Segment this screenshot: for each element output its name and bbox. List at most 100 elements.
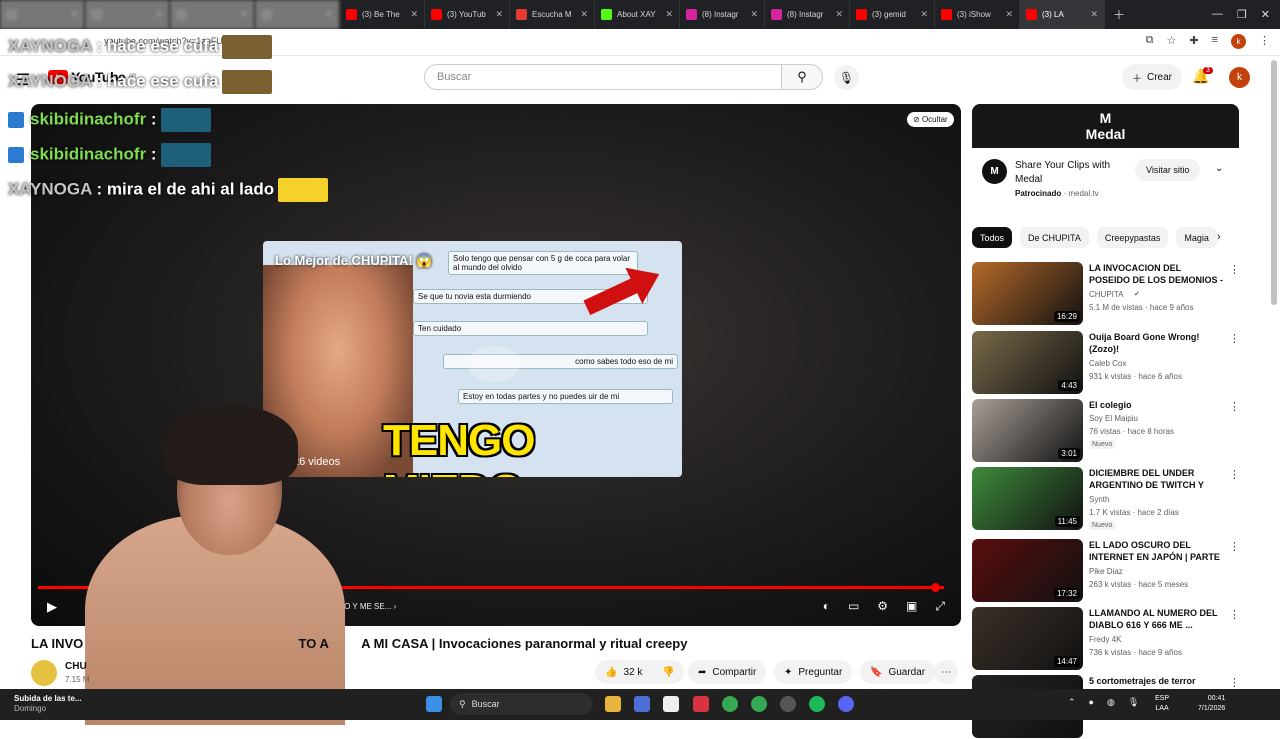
- chapter-title[interactable]: DAR MUCHO Y ME SE... ›: [301, 602, 396, 611]
- play-icon[interactable]: ▶: [47, 599, 57, 615]
- video-thumbnail[interactable]: 16:29: [972, 262, 1083, 325]
- browser-menu-icon[interactable]: ⋮: [1259, 34, 1270, 49]
- browser-tab[interactable]: ✕: [255, 0, 340, 29]
- search-input[interactable]: Buscar: [424, 64, 782, 90]
- progress-scrubber[interactable]: [930, 583, 940, 592]
- close-tab-icon[interactable]: ✕: [750, 9, 758, 20]
- filter-chip[interactable]: De CHUPITA: [1020, 227, 1089, 248]
- video-title[interactable]: EL LADO OSCURO DEL INTERNET EN JAPÓN | P…: [1089, 539, 1224, 563]
- chevron-down-icon[interactable]: ⌄: [1215, 163, 1223, 174]
- more-vertical-icon[interactable]: ⋮: [1229, 608, 1240, 621]
- browser-tab[interactable]: ✕: [85, 0, 170, 29]
- more-vertical-icon[interactable]: ⋮: [1229, 263, 1240, 276]
- close-tab-icon[interactable]: ✕: [410, 9, 418, 20]
- search-button[interactable]: ⚲: [781, 64, 823, 90]
- channel-name[interactable]: Synth: [1089, 495, 1109, 504]
- hide-endcard-button[interactable]: ⊘ Ocultar: [907, 112, 954, 127]
- sponsored-ad[interactable]: M Medal M Share Your Clips with Medal Pat…: [972, 104, 1239, 209]
- tray-app-icon[interactable]: ◍: [1107, 697, 1115, 708]
- video-title[interactable]: Ouija Board Gone Wrong! (Zozo)!: [1089, 331, 1224, 355]
- close-window-icon[interactable]: ✕: [1261, 8, 1270, 21]
- channel-avatar[interactable]: [31, 660, 57, 686]
- close-tab-icon[interactable]: ✕: [580, 9, 588, 20]
- more-vertical-icon[interactable]: ⋮: [1229, 676, 1240, 689]
- close-tab-icon[interactable]: ✕: [920, 9, 928, 20]
- video-thumbnail[interactable]: 3:01: [972, 399, 1083, 462]
- create-button[interactable]: ＋ Crear: [1122, 64, 1183, 90]
- recommended-video[interactable]: 16:29 LA INVOCACION DEL POSEIDO DE LOS DE…: [972, 262, 1240, 326]
- minimize-icon[interactable]: —: [1212, 8, 1223, 21]
- file-explorer-icon[interactable]: [605, 696, 621, 712]
- more-vertical-icon[interactable]: ⋮: [1229, 332, 1240, 345]
- chrome-icon[interactable]: [722, 696, 738, 712]
- browser-tab[interactable]: (8) Instagr ✕: [680, 0, 765, 29]
- browser-tab[interactable]: (3) iShow ✕: [935, 0, 1020, 29]
- more-vertical-icon[interactable]: ⋮: [1229, 540, 1240, 553]
- browser-tab[interactable]: (3) gemid ✕: [850, 0, 935, 29]
- channel-name[interactable]: Soy El Maipiu: [1089, 414, 1138, 423]
- close-tab-icon[interactable]: ✕: [155, 9, 163, 20]
- new-tab-icon[interactable]: ＋: [1105, 6, 1125, 23]
- dislike-button[interactable]: 👎: [652, 660, 685, 684]
- fullscreen-icon[interactable]: ⤢: [935, 599, 945, 614]
- more-vertical-icon[interactable]: ⋮: [1229, 400, 1240, 413]
- browser-profile-avatar[interactable]: k: [1231, 34, 1246, 49]
- video-title[interactable]: LA INVOCACION DEL POSEIDO DE LOS DEMONIO…: [1089, 262, 1224, 286]
- ad-title[interactable]: Share Your Clips with Medal: [1015, 159, 1125, 187]
- restore-icon[interactable]: ❐: [1237, 8, 1247, 21]
- chrome-icon[interactable]: [751, 696, 767, 712]
- autoplay-toggle-icon[interactable]: ◐: [823, 599, 830, 614]
- progress-bar[interactable]: [38, 583, 944, 592]
- channel-name[interactable]: Pike Diaz: [1089, 567, 1123, 576]
- video-title[interactable]: LLAMANDO AL NUMERO DEL DIABLO 616 Y 666 …: [1089, 607, 1224, 631]
- video-thumbnail[interactable]: 14:47: [972, 607, 1083, 670]
- tray-app-icon[interactable]: ●: [1089, 697, 1094, 708]
- channel-name[interactable]: Fredy 4K: [1089, 635, 1121, 644]
- video-title[interactable]: 5 cortometrajes de terror: [1089, 675, 1224, 687]
- language-indicator[interactable]: ESP LAA: [1155, 694, 1169, 714]
- share-button[interactable]: ➦ Compartir: [688, 660, 767, 684]
- close-tab-icon[interactable]: ✕: [325, 9, 333, 20]
- more-actions-button[interactable]: ⋯: [934, 660, 958, 684]
- filter-chip[interactable]: Magia: [1176, 227, 1217, 248]
- chevron-up-icon[interactable]: ⌃: [1068, 697, 1076, 708]
- like-button[interactable]: 👍 32 k: [595, 660, 655, 684]
- account-avatar[interactable]: k: [1229, 67, 1250, 88]
- media-icon[interactable]: ≡: [1212, 34, 1218, 49]
- save-button[interactable]: 🔖 Guardar: [860, 660, 936, 684]
- browser-tab[interactable]: ✕: [170, 0, 255, 29]
- system-tray[interactable]: ⌃ ● ◍ 🎙: [1068, 697, 1139, 708]
- visit-site-button[interactable]: Visitar sitio: [1135, 159, 1201, 181]
- taskbar-search[interactable]: ⚲ Buscar: [450, 693, 593, 715]
- browser-tab[interactable]: (8) Instagr ✕: [765, 0, 850, 29]
- ad-banner[interactable]: M Medal: [972, 104, 1239, 148]
- windows-start-icon[interactable]: [426, 696, 442, 712]
- browser-tab[interactable]: (3) LA ✕: [1020, 0, 1105, 29]
- ask-button[interactable]: ✦ Preguntar: [774, 660, 853, 684]
- playlist-endcard[interactable]: Solo tengo que pensar con 5 g de coca pa…: [263, 241, 682, 477]
- settings-gear-icon[interactable]: ⚙: [877, 599, 888, 614]
- page-scrollbar[interactable]: [1271, 60, 1277, 305]
- video-thumbnail[interactable]: 11:45: [972, 467, 1083, 530]
- close-tab-icon[interactable]: ✕: [70, 9, 78, 20]
- close-tab-icon[interactable]: ✕: [495, 9, 503, 20]
- video-title[interactable]: DICIEMBRE DEL UNDER ARGENTINO DE TWITCH …: [1089, 467, 1224, 491]
- channel-name[interactable]: CHUPITA: [1089, 290, 1124, 299]
- spotify-icon[interactable]: [809, 696, 825, 712]
- browser-tab[interactable]: (3) YouTub ✕: [425, 0, 510, 29]
- store-icon[interactable]: [663, 696, 679, 712]
- close-tab-icon[interactable]: ✕: [835, 9, 843, 20]
- close-tab-icon[interactable]: ✕: [665, 9, 673, 20]
- app-icon[interactable]: [634, 696, 650, 712]
- weather-widget[interactable]: Subida de las te... Domingo: [14, 694, 82, 714]
- channel-name[interactable]: CHU: [65, 661, 87, 672]
- bookmark-star-icon[interactable]: ☆: [1166, 34, 1176, 49]
- close-tab-icon[interactable]: ✕: [1090, 9, 1098, 20]
- filter-chip[interactable]: Creepypastas: [1096, 227, 1169, 248]
- filter-chip[interactable]: Todos: [972, 227, 1013, 248]
- app-icon[interactable]: [693, 696, 709, 712]
- browser-tab[interactable]: About XAY ✕: [595, 0, 680, 29]
- recommended-video[interactable]: 14:47 LLAMANDO AL NUMERO DEL DIABLO 616 Y…: [972, 607, 1240, 671]
- discord-icon[interactable]: [838, 696, 854, 712]
- close-tab-icon[interactable]: ✕: [1005, 9, 1013, 20]
